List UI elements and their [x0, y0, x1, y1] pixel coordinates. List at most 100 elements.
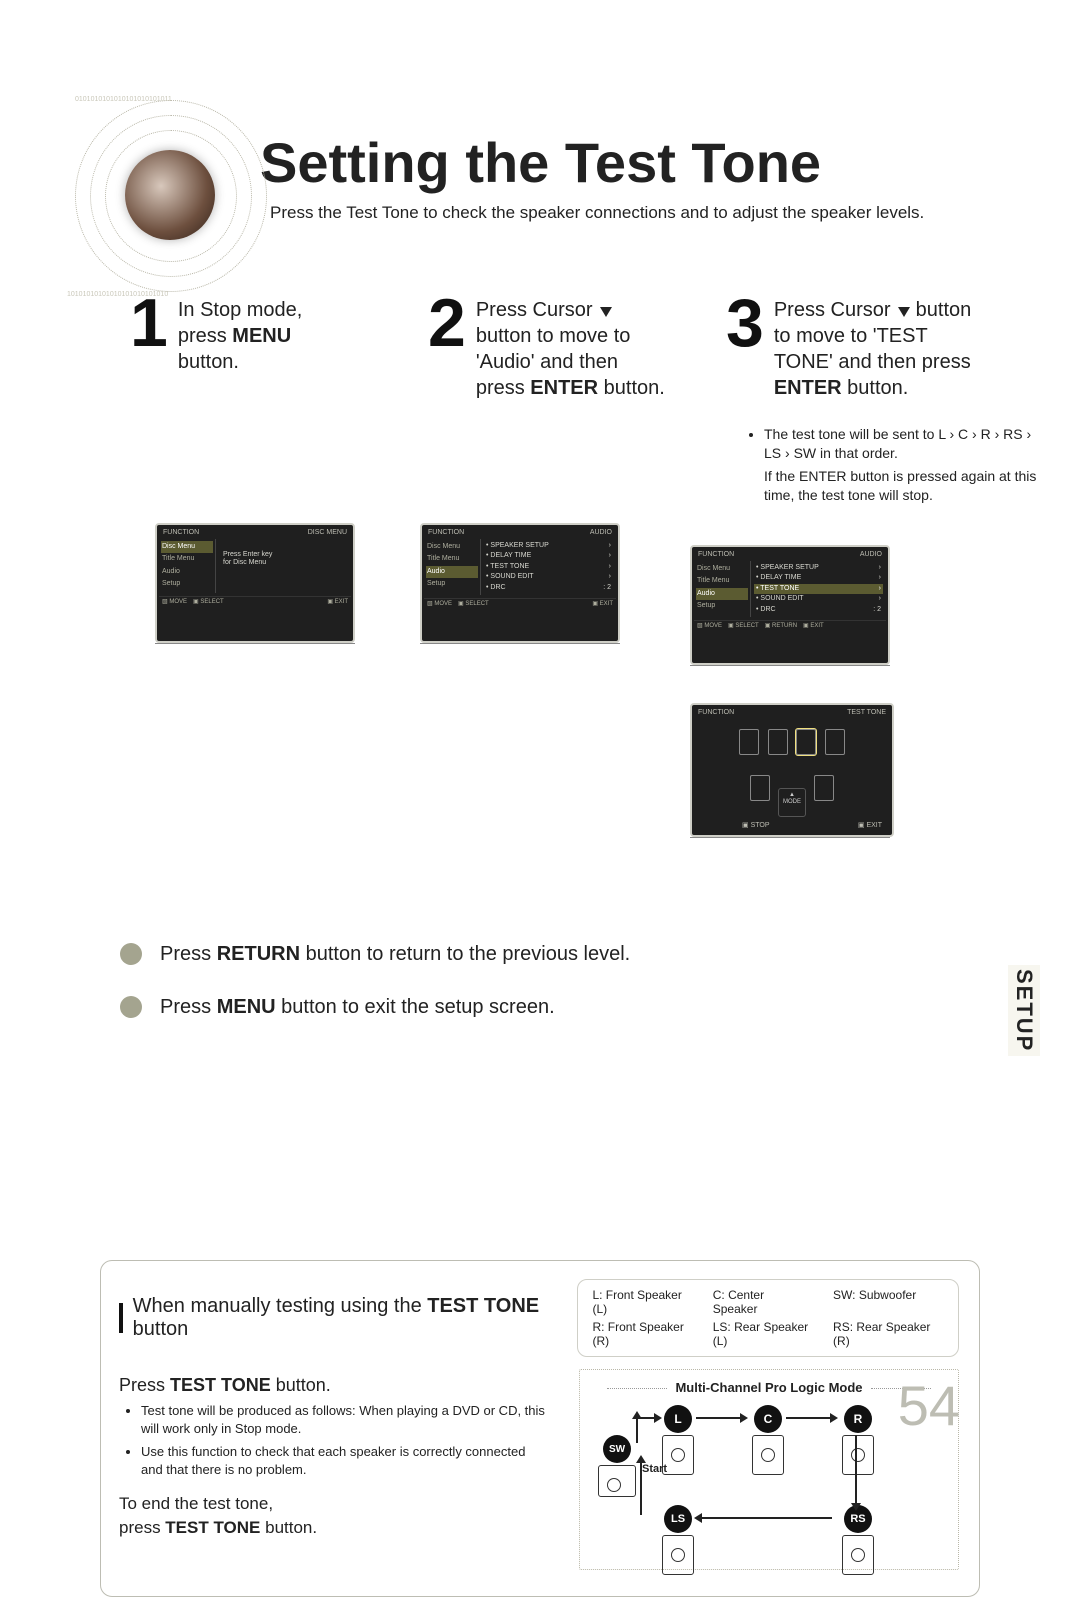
osd3-sound-edit: SOUND EDIT [760, 595, 803, 602]
page-number: 54 [898, 1373, 960, 1438]
osd-side-audio: Audio [426, 566, 478, 578]
step-3-line1-pre: Press Cursor [774, 299, 896, 321]
osd-select: SELECT [735, 623, 758, 629]
speaker-legend: L: Front Speaker (L) C: Center Speaker S… [577, 1279, 959, 1357]
step-2-line4-b: ENTER [530, 377, 598, 399]
speaker-icon [662, 1535, 694, 1575]
manual-title-b: TEST TONE [427, 1295, 539, 1317]
speaker-icon [842, 1535, 874, 1575]
spk-c-icon [768, 729, 788, 755]
step-3-line4-b: ENTER [774, 377, 842, 399]
osd-function-label: FUNCTION [698, 551, 734, 559]
legend-l: L: Front Speaker (L) [592, 1288, 690, 1316]
osd4-header: TEST TONE [847, 709, 886, 716]
osd-disc-menu: FUNCTION DISC MENU Disc Menu Title Menu … [155, 523, 355, 643]
press-return-post: button to return to the previous level. [300, 943, 630, 965]
osd1-msg2: for Disc Menu [223, 559, 344, 567]
osd3-drc-val: : 2 [873, 606, 881, 614]
osd-side-title-menu: Title Menu [696, 575, 748, 587]
title-bar-icon [119, 1303, 123, 1333]
osd4-exit: EXIT [866, 822, 882, 829]
step-2: 2 Press Cursor button to move to 'Audio'… [428, 293, 692, 401]
step-2-line4-pre: press [476, 377, 530, 399]
manual-end-line-pre: press [119, 1518, 165, 1537]
osd-select: SELECT [200, 599, 223, 605]
osd-side-setup: Setup [426, 578, 478, 590]
step-3-line3: TONE' and then press [774, 351, 971, 373]
arrow-icon [786, 1417, 832, 1419]
bullet-icon [120, 996, 142, 1018]
osd2-speaker-setup: SPEAKER SETUP [490, 542, 548, 549]
legend-rs: RS: Rear Speaker (R) [833, 1320, 944, 1348]
osd-side-audio: Audio [161, 566, 213, 578]
press-return-pre: Press [160, 943, 217, 965]
osd-return: RETURN [772, 623, 797, 629]
osd3-drc-label: DRC [760, 606, 775, 613]
step-1-line2-b: MENU [232, 325, 291, 347]
osd3-speaker-setup: SPEAKER SETUP [760, 564, 818, 571]
osd-audio-test-tone: FUNCTION AUDIO Disc Menu Title Menu Audi… [690, 545, 890, 665]
osd-move: MOVE [434, 601, 452, 607]
spk-ls-icon [750, 775, 770, 801]
press-return-b: RETURN [217, 943, 300, 965]
step-3-line4-post: button. [842, 377, 909, 399]
press-menu-line: Press MENU button to exit the setup scre… [120, 996, 990, 1019]
osd-select: SELECT [465, 601, 488, 607]
speaker-icon [842, 1435, 874, 1475]
osd-audio-menu: FUNCTION AUDIO Disc Menu Title Menu Audi… [420, 523, 620, 643]
step-2-number: 2 [428, 293, 466, 354]
osd-test-tone-layout: FUNCTION TEST TONE ▲MODE ▣ STOP ▣ EXIT [690, 703, 890, 837]
step-2-line2: button to move to [476, 325, 631, 347]
manual-press-pre: Press [119, 1375, 170, 1395]
step-2-line3: 'Audio' and then [476, 351, 618, 373]
page-subtitle: Press the Test Tone to check the speaker… [270, 203, 990, 223]
step-3-notes: The test tone will be sent to L › C › R … [750, 425, 1050, 505]
step-1-line3: button. [178, 351, 239, 373]
osd-function-label: FUNCTION [698, 709, 734, 716]
osd-side-audio: Audio [696, 588, 748, 600]
page-title: Setting the Test Tone [260, 130, 990, 195]
osd-side-disc-menu: Disc Menu [426, 541, 478, 553]
badge-l: L [664, 1405, 692, 1433]
arrow-icon [855, 1435, 857, 1505]
osd2-drc-label: DRC [490, 584, 505, 591]
spk-rs-icon [814, 775, 834, 801]
osd-function-label: FUNCTION [428, 529, 464, 537]
steps-row: 1 In Stop mode, press MENU button. 2 Pre… [130, 293, 990, 401]
step-1-line2-pre: press [178, 325, 232, 347]
legend-c: C: Center Speaker [713, 1288, 811, 1316]
osd2-sound-edit: SOUND EDIT [490, 573, 533, 580]
press-menu-post: button to exit the setup screen. [276, 996, 555, 1018]
osd-side-setup: Setup [696, 600, 748, 612]
step-3: 3 Press Cursor button to move to 'TEST T… [726, 293, 990, 401]
osd-move: MOVE [169, 599, 187, 605]
cursor-down-icon [896, 299, 910, 321]
legend-ls: LS: Rear Speaker (L) [713, 1320, 811, 1348]
speaker-decoration: 0101010101010101010101011 10101010101010… [75, 100, 265, 290]
setup-side-tab: SETUP [1008, 965, 1040, 1056]
osd2-delay-time: DELAY TIME [490, 552, 531, 559]
osd3-test-tone: TEST TONE [760, 585, 799, 592]
osd2-header: AUDIO [590, 529, 612, 537]
manual-bullet-2: Use this function to check that each spe… [141, 1443, 549, 1478]
speaker-icon [752, 1435, 784, 1475]
cursor-down-icon [598, 299, 612, 321]
osd-side-title-menu: Title Menu [161, 553, 213, 565]
arrow-icon [700, 1517, 832, 1519]
step-3-note-1: The test tone will be sent to L › C › R … [764, 425, 1050, 463]
osd-function-label: FUNCTION [163, 529, 199, 537]
osd-side-setup: Setup [161, 578, 213, 590]
manual-end-pre: To end the test tone, [119, 1494, 273, 1513]
subwoofer-icon [598, 1465, 636, 1497]
osd2-test-tone: TEST TONE [490, 563, 529, 570]
step-3-number: 3 [726, 293, 764, 354]
step-3-note-2: If the ENTER button is pressed again at … [750, 467, 1050, 505]
osd1-header: DISC MENU [308, 529, 347, 537]
osd2-drc-val: : 2 [603, 584, 611, 592]
osd-exit: EXIT [600, 601, 613, 607]
step-1: 1 In Stop mode, press MENU button. [130, 293, 394, 375]
spk-sw-icon [796, 729, 816, 755]
arrow-icon [640, 1461, 642, 1515]
badge-sw: SW [603, 1435, 631, 1463]
badge-c: C [754, 1405, 782, 1433]
